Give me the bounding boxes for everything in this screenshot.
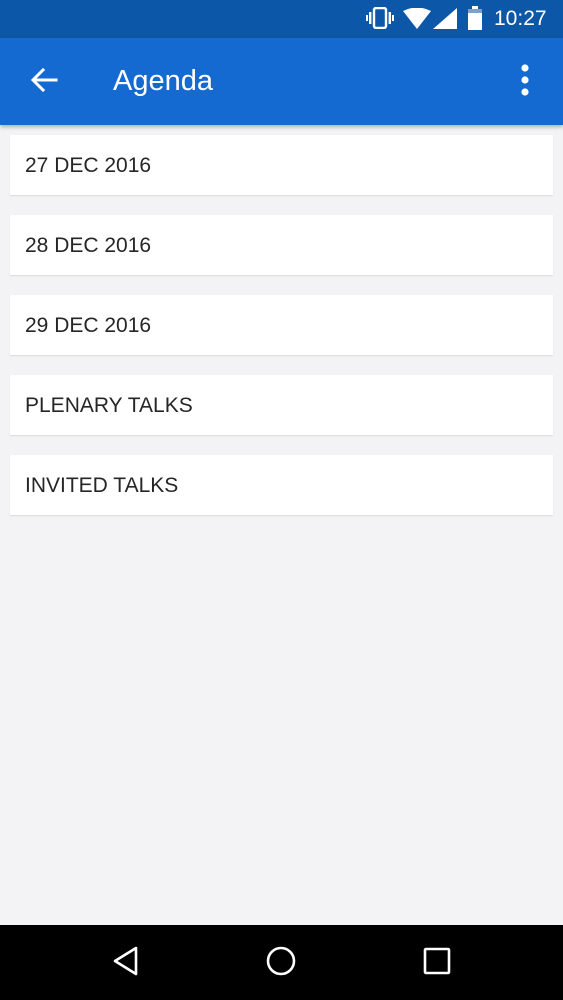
nav-back-icon (111, 945, 141, 982)
agenda-item-plenary-talks[interactable]: PLENARY TALKS (10, 375, 553, 435)
agenda-list: 27 DEC 2016 28 DEC 2016 29 DEC 2016 PLEN… (10, 135, 553, 535)
status-bar: 10:27 (0, 0, 563, 38)
agenda-item-invited-talks[interactable]: INVITED TALKS (10, 455, 553, 515)
battery-icon (468, 6, 482, 35)
system-nav-bar (0, 925, 563, 1000)
app-bar: Agenda (0, 38, 563, 125)
nav-home-icon (265, 945, 297, 982)
agenda-item-label: PLENARY TALKS (25, 394, 193, 417)
arrow-back-icon (30, 67, 58, 97)
nav-home-button[interactable] (255, 937, 307, 989)
nav-back-button[interactable] (100, 937, 152, 989)
agenda-item-label: 27 DEC 2016 (25, 154, 152, 177)
wifi-icon (403, 7, 431, 34)
back-button[interactable] (20, 58, 68, 106)
cell-signal-icon (433, 8, 457, 34)
agenda-item-label: INVITED TALKS (25, 474, 179, 497)
overflow-menu-button[interactable] (505, 58, 545, 106)
nav-recents-button[interactable] (411, 937, 463, 989)
more-vert-icon (520, 63, 530, 101)
status-clock: 10:27 (494, 7, 547, 30)
nav-recents-icon (423, 947, 451, 980)
agenda-item-28-dec-2016[interactable]: 28 DEC 2016 (10, 215, 553, 275)
agenda-item-label: 29 DEC 2016 (25, 314, 152, 337)
agenda-item-label: 28 DEC 2016 (25, 234, 152, 257)
agenda-item-27-dec-2016[interactable]: 27 DEC 2016 (10, 135, 553, 195)
page-title: Agenda (113, 65, 213, 97)
agenda-item-29-dec-2016[interactable]: 29 DEC 2016 (10, 295, 553, 355)
vibrate-icon (366, 6, 394, 34)
